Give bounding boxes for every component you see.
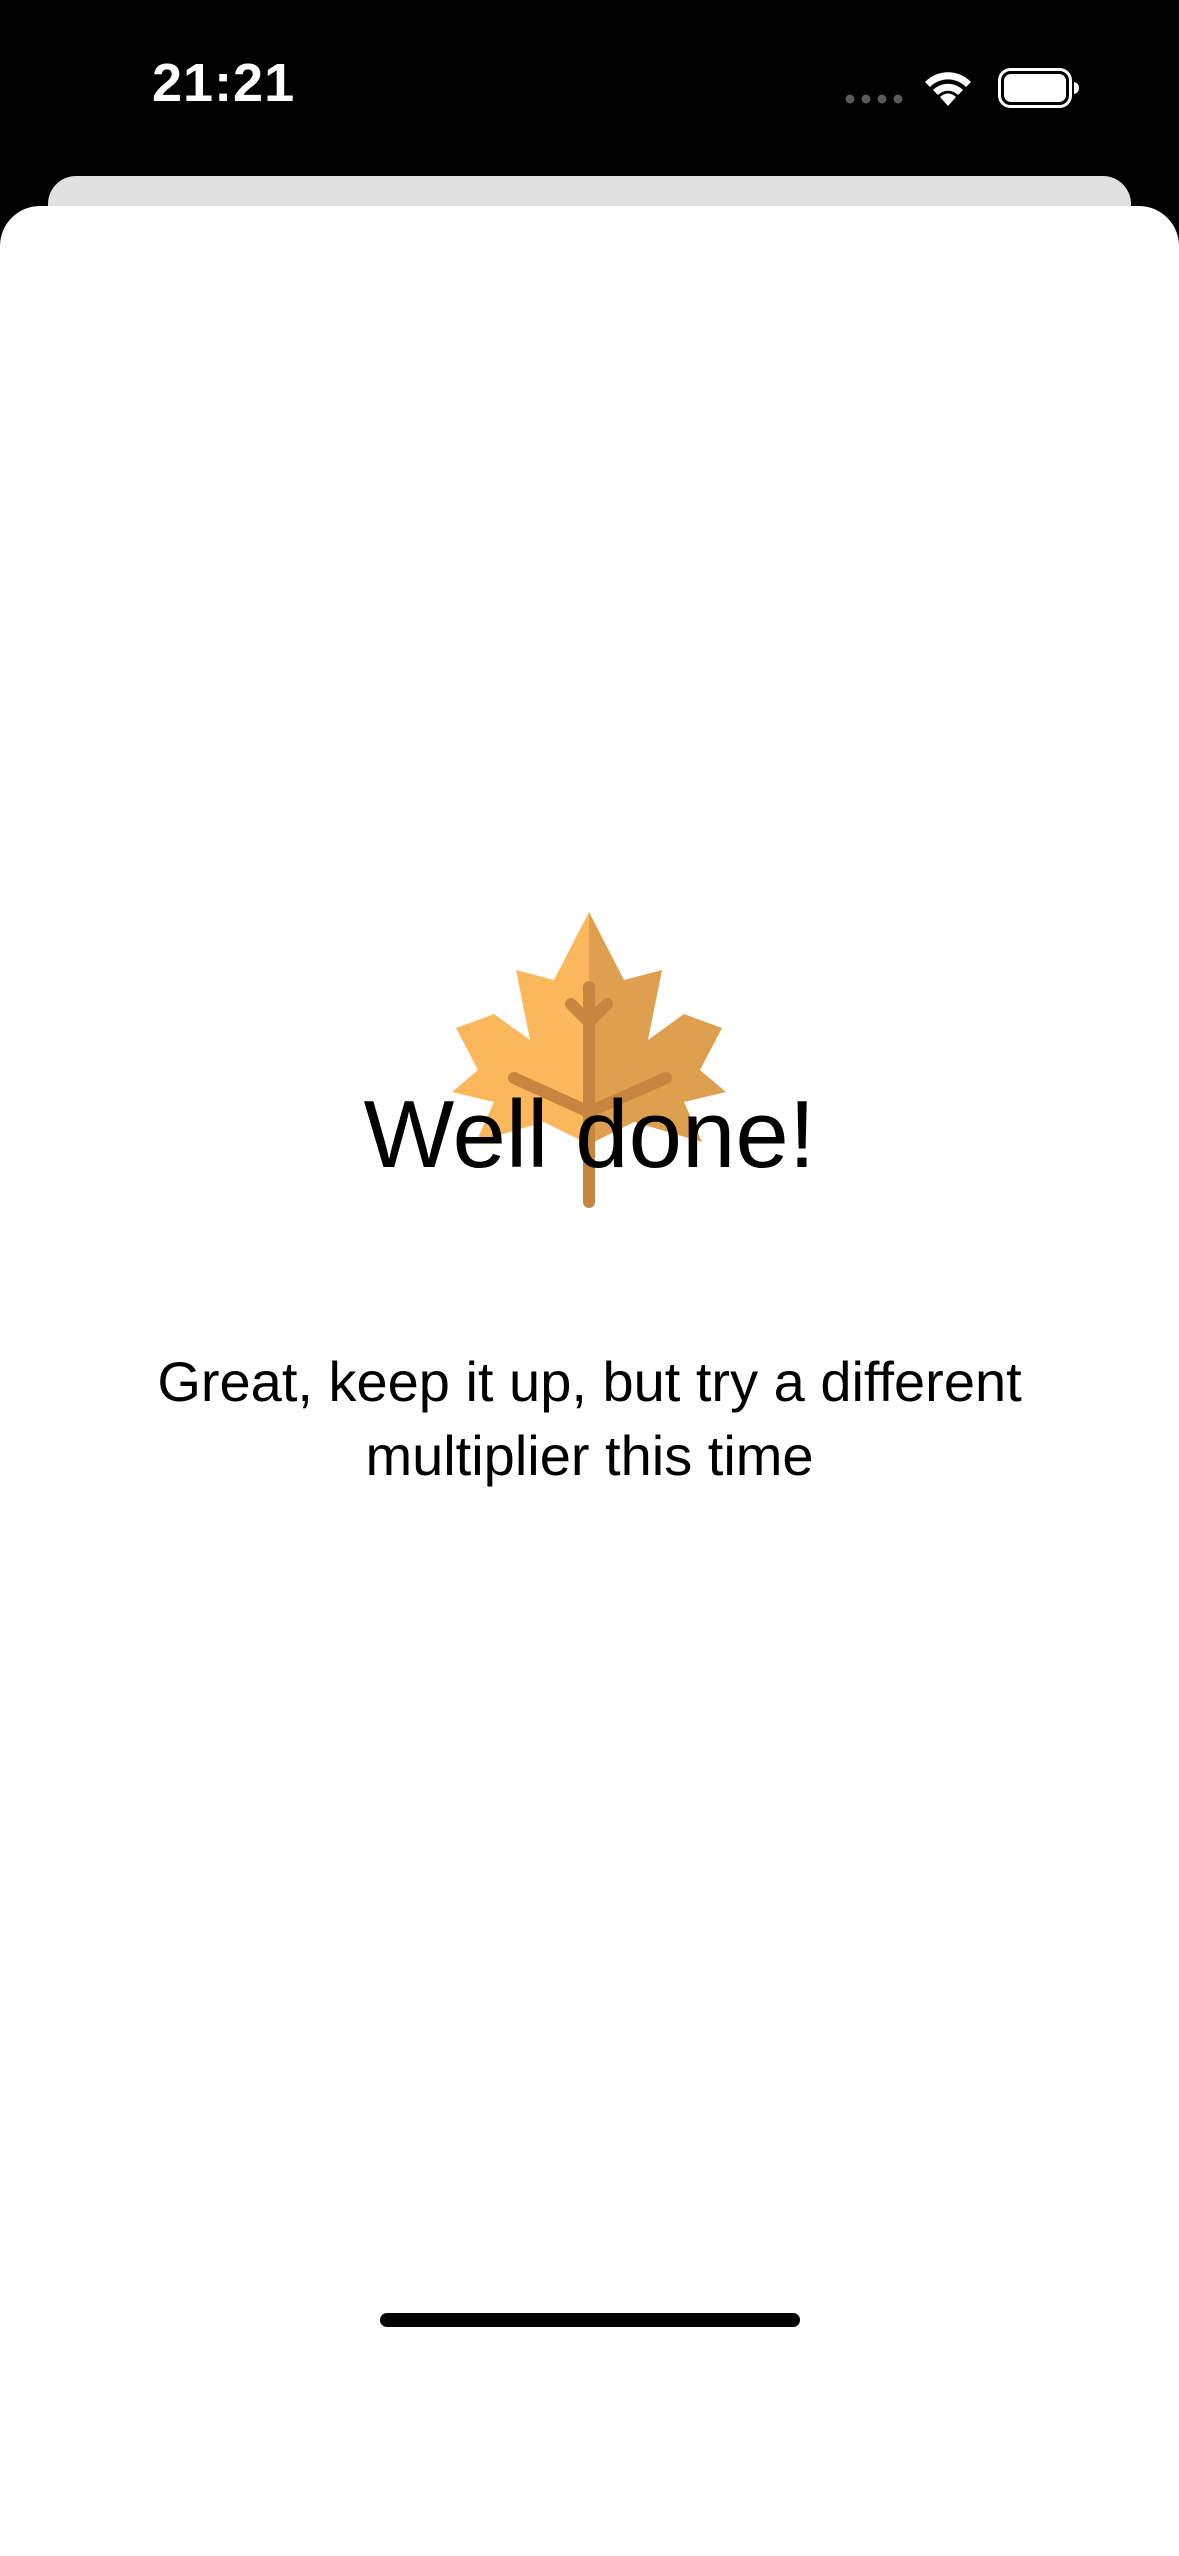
battery-icon bbox=[998, 68, 1079, 108]
cellular-signal-icon bbox=[845, 94, 903, 104]
screen: 21:21 Well done! Great, keep it up, but … bbox=[0, 0, 1179, 2556]
status-bar: 21:21 bbox=[0, 0, 1179, 176]
wifi-icon bbox=[925, 72, 971, 106]
home-indicator[interactable] bbox=[380, 2313, 800, 2327]
result-title: Well done! bbox=[363, 1081, 816, 1188]
status-time: 21:21 bbox=[152, 53, 296, 113]
result-message: Great, keep it up, but try a different m… bbox=[157, 1350, 1022, 1487]
